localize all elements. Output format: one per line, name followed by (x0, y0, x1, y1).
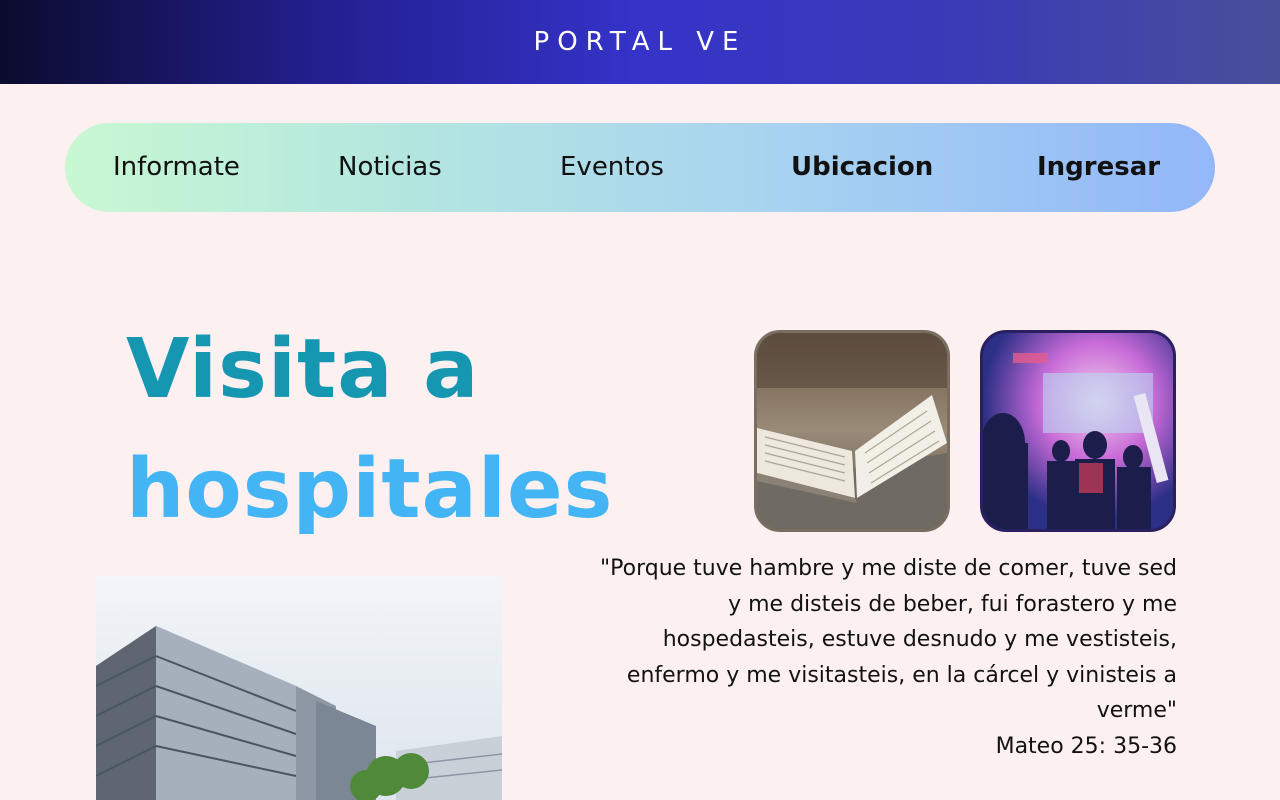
open-bible-photo (754, 330, 950, 532)
nav-item-ingresar[interactable]: Ingresar (1037, 123, 1160, 212)
nav-item-informate[interactable]: Informate (113, 123, 240, 212)
hero-title-line-1: Visita a (126, 322, 480, 417)
hero-title-line-2: hospitales (126, 442, 614, 537)
nav-item-eventos[interactable]: Eventos (560, 123, 664, 212)
quote-reference: Mateo 25: 35-36 (995, 733, 1177, 759)
nav-item-ubicacion[interactable]: Ubicacion (791, 123, 933, 212)
hospital-building-photo (96, 576, 502, 800)
bible-quote: "Porque tuve hambre y me diste de comer,… (600, 551, 1177, 764)
nav-item-noticias[interactable]: Noticias (338, 123, 442, 212)
top-header-bar: PORTAL VE (0, 0, 1280, 84)
worship-service-photo (980, 330, 1176, 532)
quote-text: "Porque tuve hambre y me diste de comer,… (600, 556, 1177, 723)
main-nav-bar: Informate Noticias Eventos Ubicacion Ing… (65, 123, 1215, 212)
brand-title[interactable]: PORTAL VE (534, 27, 747, 57)
